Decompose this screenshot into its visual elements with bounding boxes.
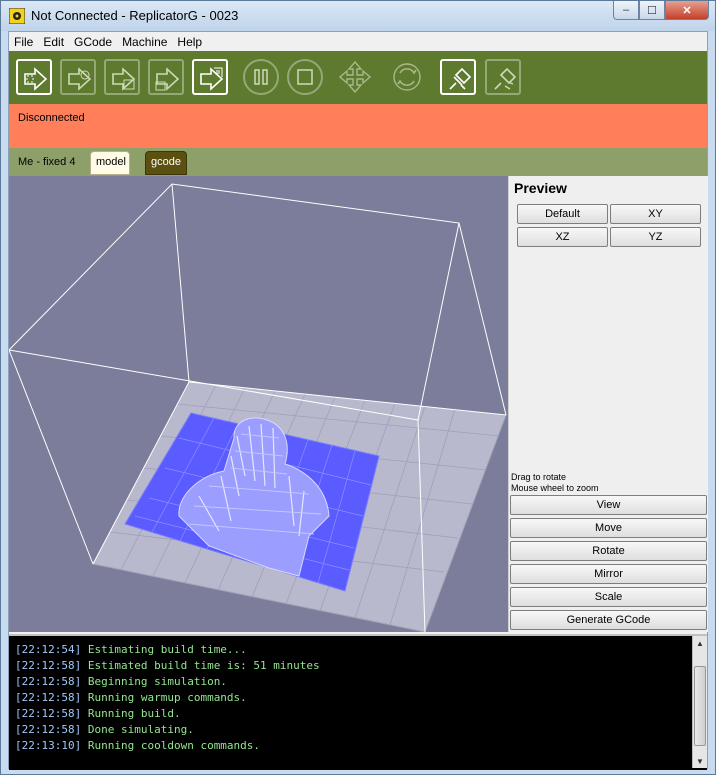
menu-machine[interactable]: Machine: [117, 35, 172, 49]
control-panel-button[interactable]: [337, 59, 373, 95]
reset-icon: [393, 63, 421, 91]
view-mode-button[interactable]: View: [510, 495, 707, 515]
reset-button[interactable]: [389, 59, 425, 95]
toolbar: [9, 51, 707, 104]
console-timestamp: [22:12:58]: [15, 723, 82, 736]
minimize-button[interactable]: –: [613, 1, 639, 20]
move-icon: [339, 61, 371, 93]
menu-edit[interactable]: Edit: [38, 35, 69, 49]
build-from-file-icon: [200, 67, 224, 91]
title-bar[interactable]: Not Connected - ReplicatorG - 0023 – ☐ ✕: [1, 1, 715, 31]
scroll-down-arrow-icon[interactable]: ▼: [693, 754, 707, 768]
stop-button[interactable]: [287, 59, 323, 95]
connect-icon: [449, 67, 472, 90]
console-timestamp: [22:12:58]: [15, 691, 82, 704]
console-log: [22:12:54] Estimating build time... [22:1…: [15, 642, 320, 754]
disconnect-icon: [494, 67, 517, 90]
console-line: [22:12:58] Running warmup commands.: [15, 690, 320, 706]
build-volume-scene: [9, 183, 507, 632]
tab-model[interactable]: model: [90, 151, 130, 175]
console-message: Estimating build time...: [87, 643, 247, 656]
console-timestamp: [22:12:54]: [15, 643, 82, 656]
menu-bar: File Edit GCode Machine Help: [9, 32, 707, 51]
build-to-file-icon: [112, 67, 136, 91]
console-timestamp: [22:12:58]: [15, 659, 82, 672]
build-icon: [24, 67, 48, 91]
console-message: Estimated build time is: 51 minutes: [87, 659, 320, 672]
connection-status-bar: Disconnected: [9, 104, 707, 148]
rotate-button[interactable]: Rotate: [510, 541, 707, 561]
generate-gcode-button[interactable]: Generate GCode: [510, 610, 707, 630]
console-line: [22:12:58] Done simulating.: [15, 722, 320, 738]
menu-gcode[interactable]: GCode: [69, 35, 117, 49]
console-line: [22:12:54] Estimating build time...: [15, 642, 320, 658]
replicatorg-app-icon: [9, 8, 25, 24]
console-line: [22:12:58] Estimated build time is: 51 m…: [15, 658, 320, 674]
console-timestamp: [22:12:58]: [15, 675, 82, 688]
console-message: Running build.: [87, 707, 181, 720]
tab-gcode[interactable]: gcode: [145, 151, 187, 175]
move-button[interactable]: Move: [510, 518, 707, 538]
close-button[interactable]: ✕: [665, 1, 709, 20]
upload-icon: [155, 67, 180, 91]
maximize-button[interactable]: ☐: [639, 1, 665, 20]
stop-icon: [297, 69, 313, 85]
console-timestamp: [22:13:10]: [15, 739, 82, 752]
connect-button[interactable]: [440, 59, 476, 95]
tab-bar: Me - fixed 4 model gcode: [9, 148, 707, 176]
upload-button[interactable]: [148, 59, 184, 95]
window-title: Not Connected - ReplicatorG - 0023: [31, 8, 239, 23]
preview-title: Preview: [514, 180, 567, 196]
view-xy-button[interactable]: XY: [610, 204, 701, 224]
machine-name: Me - fixed 4: [18, 156, 76, 168]
console-output[interactable]: [22:12:54] Estimating build time... [22:1…: [9, 634, 707, 770]
view-yz-button[interactable]: YZ: [610, 227, 701, 247]
console-message: Running cooldown commands.: [87, 739, 261, 752]
console-timestamp: [22:12:58]: [15, 707, 82, 720]
console-message: Done simulating.: [87, 723, 194, 736]
scale-button[interactable]: Scale: [510, 587, 707, 607]
console-scrollbar[interactable]: ▲ ▼: [692, 636, 707, 768]
disconnect-button[interactable]: [485, 59, 521, 95]
view-default-button[interactable]: Default: [517, 204, 608, 224]
console-line: [22:13:10] Running cooldown commands.: [15, 738, 320, 754]
view-xz-button[interactable]: XZ: [517, 227, 608, 247]
3d-preview-viewport[interactable]: [9, 176, 508, 632]
pause-icon: [254, 69, 268, 85]
build-from-file-button[interactable]: [192, 59, 228, 95]
simulate-button[interactable]: [60, 59, 96, 95]
menu-help[interactable]: Help: [172, 35, 207, 49]
menu-file[interactable]: File: [9, 35, 38, 49]
build-button[interactable]: [16, 59, 52, 95]
simulate-icon: [68, 67, 92, 91]
console-line: [22:12:58] Running build.: [15, 706, 320, 722]
console-message: Beginning simulation.: [87, 675, 227, 688]
zoom-hint: Mouse wheel to zoom: [511, 483, 599, 493]
console-line: [22:12:58] Beginning simulation.: [15, 674, 320, 690]
preview-panel: Preview Default XY XZ YZ Drag to rotate …: [508, 176, 708, 632]
app-window: Not Connected - ReplicatorG - 0023 – ☐ ✕…: [0, 0, 716, 775]
build-to-file-button[interactable]: [104, 59, 140, 95]
client-area: File Edit GCode Machine Help Disconnecte…: [8, 31, 708, 770]
console-message: Running warmup commands.: [87, 691, 247, 704]
scroll-thumb[interactable]: [694, 666, 706, 746]
pause-button[interactable]: [243, 59, 279, 95]
scroll-up-arrow-icon[interactable]: ▲: [693, 636, 707, 650]
connection-status-text: Disconnected: [18, 112, 85, 124]
rotate-hint: Drag to rotate: [511, 472, 567, 482]
mirror-button[interactable]: Mirror: [510, 564, 707, 584]
